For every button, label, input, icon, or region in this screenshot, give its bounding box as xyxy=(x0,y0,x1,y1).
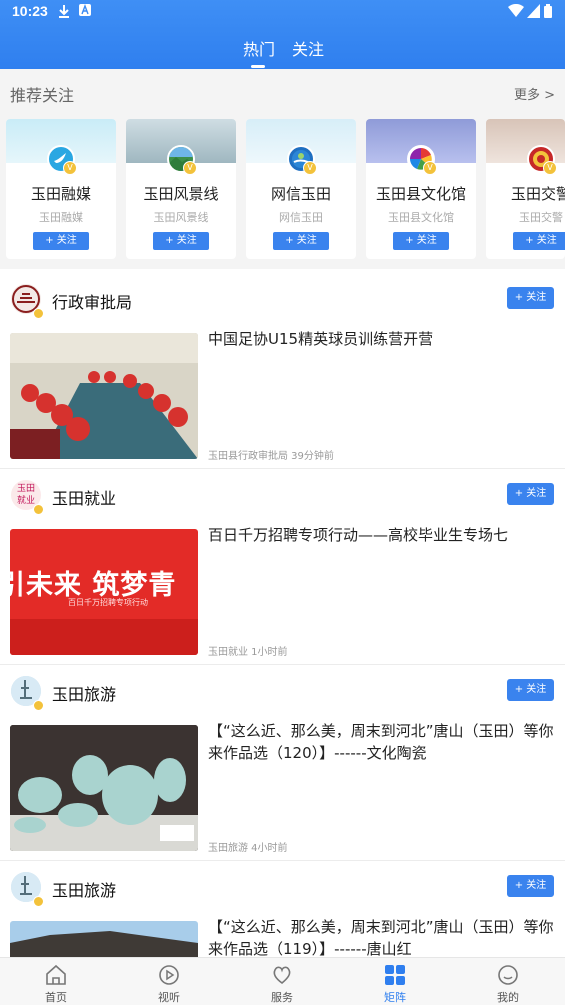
account-header[interactable]: 行政审批局 + 关注 xyxy=(0,276,565,326)
article-meta: 玉田就业 1小时前 xyxy=(208,647,288,658)
follow-button[interactable]: + 关注 xyxy=(507,483,554,505)
recommend-card[interactable]: V 玉田融媒 玉田融媒 + 关注 xyxy=(6,119,116,259)
card-subtitle: 玉田风景线 xyxy=(153,211,209,224)
verified-badge-icon: V xyxy=(303,161,317,175)
signal-icon xyxy=(527,4,540,18)
verified-badge-icon xyxy=(33,700,44,711)
nav-label: 矩阵 xyxy=(384,991,406,1004)
service-heart-icon xyxy=(273,966,291,985)
card-name: 网信玉田 xyxy=(270,185,331,203)
article-thumbnail[interactable] xyxy=(10,333,198,459)
follow-button[interactable]: + 关注 xyxy=(393,232,449,250)
home-icon xyxy=(46,964,66,985)
wifi-icon xyxy=(508,4,524,17)
status-bar: 10:23 xyxy=(0,0,565,24)
avatar-text: 玉田就业 xyxy=(16,484,35,506)
nav-label: 首页 xyxy=(45,991,67,1004)
card-name: 玉田县文化馆 xyxy=(375,185,466,203)
card-subtitle: 网信玉田 xyxy=(279,211,323,224)
download-icon xyxy=(59,5,69,18)
article-title[interactable]: 【“这么近、那么美，周末到河北”唐山（玉田）等你来作品选（120）】------… xyxy=(208,720,556,764)
nav-matrix[interactable]: 矩阵 xyxy=(355,958,435,1005)
follow-button[interactable]: + 关注 xyxy=(507,875,554,897)
article-meta: 玉田旅游 4小时前 xyxy=(208,843,288,854)
follow-button[interactable]: + 关注 xyxy=(153,232,209,250)
follow-button[interactable]: + 关注 xyxy=(507,679,554,701)
nav-label: 服务 xyxy=(271,991,293,1004)
account-header[interactable]: 玉田旅游 + 关注 xyxy=(0,668,565,718)
card-name: 玉田交警 xyxy=(510,185,565,203)
matrix-grid-icon xyxy=(385,965,405,985)
tab-indicator xyxy=(251,65,265,68)
bottom-navigation: 首页 视听 服务 矩阵 我的 xyxy=(0,957,565,1005)
verified-badge-icon xyxy=(33,308,44,319)
card-subtitle: 玉田融媒 xyxy=(39,211,83,224)
article-title[interactable]: 中国足协U15精英球员训练营开营 xyxy=(208,328,556,350)
account-name: 行政审批局 xyxy=(52,293,133,312)
verified-badge-icon xyxy=(33,896,44,907)
recommend-title: 推荐关注 xyxy=(10,86,75,105)
card-name: 玉田融媒 xyxy=(30,185,91,203)
tab-following[interactable]: 关注 xyxy=(292,36,324,60)
status-time: 10:23 xyxy=(12,3,48,19)
nav-profile[interactable]: 我的 xyxy=(468,958,548,1005)
article-thumbnail[interactable] xyxy=(10,725,198,851)
account-name: 玉田旅游 xyxy=(52,881,117,900)
article-thumbnail[interactable]: 引未来 筑梦青 百日千万招聘专项行动 xyxy=(10,529,198,655)
thumbnail-subtext: 百日千万招聘专项行动 xyxy=(68,598,148,607)
verified-badge-icon: V xyxy=(63,161,77,175)
nav-media[interactable]: 视听 xyxy=(129,958,209,1005)
nav-label: 我的 xyxy=(497,991,519,1004)
verified-badge-icon: V xyxy=(543,161,557,175)
battery-icon xyxy=(544,4,552,18)
recommend-card[interactable]: V 玉田县文化馆 玉田县文化馆 + 关注 xyxy=(366,119,476,259)
article-thumbnail[interactable] xyxy=(10,921,198,957)
recommend-card[interactable]: V 玉田交警 玉田交警 + 关注 xyxy=(486,119,565,259)
verified-badge-icon: V xyxy=(183,161,197,175)
article-title[interactable]: 【“这么近、那么美，周末到河北”唐山（玉田）等你来作品选（119）】------… xyxy=(208,916,556,960)
app-header: 10:23 热门 关注 xyxy=(0,0,565,69)
recommend-card[interactable]: V 玉田风景线 玉田风景线 + 关注 xyxy=(126,119,236,259)
account-name: 玉田就业 xyxy=(52,489,117,508)
card-name: 玉田风景线 xyxy=(143,185,219,203)
account-name: 玉田旅游 xyxy=(52,685,117,704)
top-tabs: 热门 关注 xyxy=(0,34,565,69)
verified-badge-icon xyxy=(33,504,44,515)
notification-a-icon xyxy=(79,4,91,16)
follow-button[interactable]: + 关注 xyxy=(273,232,329,250)
article-meta: 玉田县行政审批局 39分钟前 xyxy=(208,451,334,462)
play-icon xyxy=(159,965,179,985)
nav-label: 视听 xyxy=(158,991,180,1004)
profile-icon xyxy=(498,965,518,985)
divider xyxy=(0,664,565,665)
more-link[interactable]: 更多 > xyxy=(514,84,555,103)
card-subtitle: 玉田交警 xyxy=(519,211,563,224)
nav-home[interactable]: 首页 xyxy=(16,958,96,1005)
article-title[interactable]: 百日千万招聘专项行动——高校毕业生专场七 xyxy=(208,524,556,546)
divider xyxy=(0,468,565,469)
follow-button[interactable]: + 关注 xyxy=(513,232,565,250)
follow-button[interactable]: + 关注 xyxy=(33,232,89,250)
recommend-section: 推荐关注 更多 > V 玉田融媒 玉田融媒 + 关注 V 玉田风景线 玉田风景线… xyxy=(0,69,565,269)
recommend-card[interactable]: V 网信玉田 网信玉田 + 关注 xyxy=(246,119,356,259)
tab-hot[interactable]: 热门 xyxy=(243,36,275,60)
nav-service[interactable]: 服务 xyxy=(242,958,322,1005)
account-header[interactable]: 玉田旅游 + 关注 xyxy=(0,864,565,914)
divider xyxy=(0,860,565,861)
card-subtitle: 玉田县文化馆 xyxy=(388,211,454,224)
account-header[interactable]: 玉田就业 玉田就业 + 关注 xyxy=(0,472,565,522)
follow-button[interactable]: + 关注 xyxy=(507,287,554,309)
verified-badge-icon: V xyxy=(423,161,437,175)
